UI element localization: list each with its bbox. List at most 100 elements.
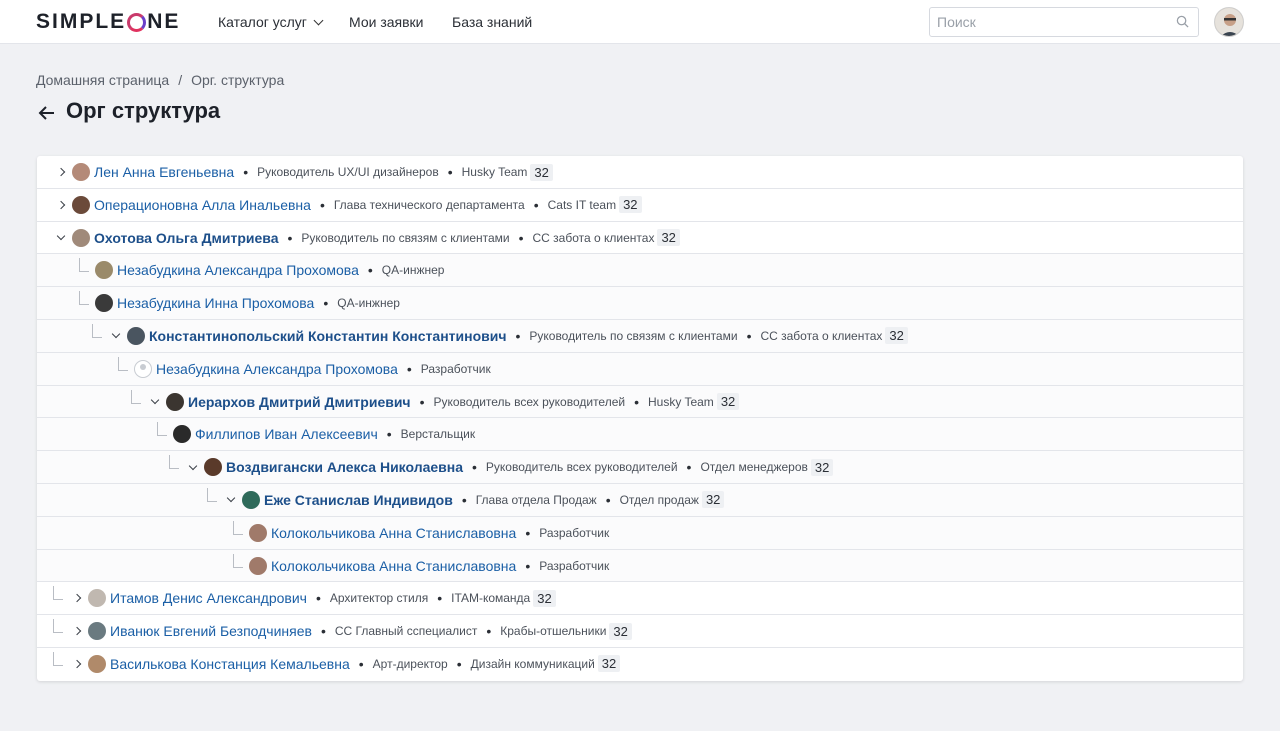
tree-connector: [118, 356, 128, 371]
separator-dot: •: [367, 262, 373, 279]
tree-connector: [131, 389, 141, 404]
tree-row[interactable]: Лен Анна Евгеньевна • Руководитель UX/UI д…: [37, 156, 1243, 189]
tree-row[interactable]: Итамов Денис Александрович • Архитектор ст…: [37, 582, 1243, 616]
tree-row[interactable]: Незабудкина Александра Прохомова • Разрабо…: [37, 352, 1243, 386]
chevron-right-icon[interactable]: [53, 164, 69, 180]
nav-service-catalog-label: Каталог услуг: [218, 14, 307, 30]
chevron-down-icon[interactable]: [223, 492, 239, 508]
tree-row[interactable]: Филлипов Иван Алексеевич • Верстальщик: [37, 418, 1243, 452]
employee-name-link[interactable]: Колокольчикова Анна Станиславовна: [271, 525, 516, 541]
tree-row[interactable]: Незабудкина Александра Прохомова • QA-инжн…: [37, 254, 1243, 288]
tree-connector: [233, 553, 243, 568]
employee-role: Руководитель UX/UI дизайнеров: [257, 165, 439, 179]
employee-name-link[interactable]: Василькова Констанция Кемальевна: [110, 656, 350, 672]
employee-name-link[interactable]: Незабудкина Александра Прохомова: [117, 262, 359, 278]
tree-row-content: Воздвигански Алекса Николаевна • Руководит…: [169, 451, 834, 483]
nav-service-catalog[interactable]: Каталог услуг: [218, 0, 324, 44]
tree-connector: [207, 487, 217, 502]
subordinates-count-badge: 32: [609, 622, 632, 640]
employee-name-link[interactable]: Иванюк Евгений Безподчиняев: [110, 623, 312, 639]
chevron-right-icon[interactable]: [69, 656, 85, 672]
separator-dot: •: [386, 426, 392, 443]
tree-row[interactable]: Иванюк Евгений Безподчиняев • СС Главный с…: [37, 615, 1243, 648]
team-name: Отдел менеджеров: [700, 460, 808, 475]
employee-name-link[interactable]: Охотова Ольга Дмитриева: [94, 230, 279, 246]
chevron-down-icon[interactable]: [53, 230, 69, 246]
chevron-down-icon[interactable]: [185, 459, 201, 475]
separator-dot: •: [525, 524, 531, 541]
subordinates-count-badge: 32: [701, 491, 725, 509]
separator-dot: •: [472, 459, 477, 476]
avatar: [95, 294, 113, 313]
tree-row[interactable]: Операционовна Алла Инальевна • Глава техни…: [37, 189, 1243, 222]
tree-row[interactable]: Константинопольский Константин Константи…: [37, 319, 1243, 353]
employee-name-link[interactable]: Колокольчикова Анна Станиславовна: [271, 558, 516, 574]
user-avatar-icon: [1215, 8, 1243, 36]
chevron-down-icon[interactable]: [147, 394, 163, 410]
tree-row-content: Еже Станислав Индивидов • Глава отдела Про…: [207, 484, 725, 516]
tree-row[interactable]: Колокольчикова Анна Станиславовна • Разраб…: [37, 549, 1243, 583]
tree-row-content: Незабудкина Инна Прохомова • QA-инжнер: [79, 287, 400, 319]
separator-dot: •: [358, 655, 364, 672]
breadcrumb: Домашняя страница / Орг. структура: [36, 72, 284, 88]
avatar: [242, 490, 260, 509]
employee-role: Глава отдела Продаж: [475, 492, 597, 507]
employee-name-link[interactable]: Незабудкина Инна Прохомова: [117, 295, 314, 311]
user-avatar[interactable]: [1214, 7, 1244, 37]
breadcrumb-home-link[interactable]: Домашняя страница: [36, 72, 169, 88]
employee-name-link[interactable]: Лен Анна Евгеньевна: [94, 164, 234, 180]
separator-dot: •: [686, 459, 692, 476]
tree-connector: [53, 619, 63, 634]
subordinates-count-badge: 32: [810, 458, 834, 476]
tree-row-content: Филлипов Иван Алексеевич • Верстальщик: [157, 418, 475, 450]
employee-role: СС Главный сспециалист: [334, 624, 478, 639]
nav-knowledge-base[interactable]: База знаний: [452, 0, 532, 44]
tree-connector: [233, 520, 243, 535]
logo-text: SIMPLE: [36, 10, 127, 33]
separator-dot: •: [605, 491, 611, 508]
chevron-right-icon[interactable]: [69, 590, 85, 606]
chevron-right-icon[interactable]: [69, 623, 85, 639]
employee-name-link[interactable]: Операционовна Алла Инальевна: [94, 197, 311, 213]
tree-row[interactable]: Еже Станислав Индивидов • Глава отдела Про…: [37, 483, 1243, 517]
subordinates-count-badge: 32: [530, 163, 553, 181]
employee-name-link[interactable]: Иерархов Дмитрий Дмитриевич: [188, 394, 411, 410]
team-name: Крабы-отшельники: [500, 624, 607, 639]
employee-name-link[interactable]: Воздвигански Алекса Николаевна: [226, 459, 463, 475]
tree-connector: [92, 323, 102, 338]
employee-name-link[interactable]: Итамов Денис Александрович: [110, 590, 307, 606]
avatar: [88, 589, 106, 608]
separator-dot: •: [456, 655, 462, 672]
employee-name-link[interactable]: Константинопольский Константин Константи…: [149, 328, 506, 344]
employee-name-link[interactable]: Незабудкина Александра Прохомова: [156, 361, 398, 377]
tree-row[interactable]: Охотова Ольга Дмитриева • Руководитель по …: [37, 222, 1243, 255]
back-arrow-icon[interactable]: [37, 103, 57, 123]
team-name: Отдел продаж: [619, 492, 699, 507]
tree-connector: [169, 455, 179, 470]
tree-row[interactable]: Иерархов Дмитрий Дмитриевич • Руководитель…: [37, 385, 1243, 419]
tree-row[interactable]: Воздвигански Алекса Николаевна • Руководит…: [37, 451, 1243, 484]
chevron-down-icon[interactable]: [108, 328, 124, 344]
tree-row[interactable]: Колокольчикова Анна Станиславовна • Разраб…: [37, 516, 1243, 550]
employee-name-link[interactable]: Филлипов Иван Алексеевич: [195, 426, 378, 442]
tree-row-content: Итамов Денис Александрович • Архитектор ст…: [53, 582, 556, 614]
chevron-right-icon[interactable]: [53, 197, 69, 213]
search-icon[interactable]: [1176, 15, 1189, 28]
search-input[interactable]: [930, 8, 1160, 36]
tree-row[interactable]: Незабудкина Инна Прохомова • QA-инжнер: [37, 287, 1243, 320]
avatar: [72, 228, 90, 247]
nav-my-requests[interactable]: Мои заявки: [349, 0, 423, 44]
separator-dot: •: [323, 295, 329, 312]
separator-dot: •: [243, 164, 249, 180]
team-name: Husky Team: [648, 394, 714, 409]
employee-role: Глава технического департамента: [333, 197, 525, 212]
employee-name-link[interactable]: Еже Станислав Индивидов: [264, 492, 453, 508]
tree-connector: [79, 258, 89, 273]
tree-row-content: Колокольчикова Анна Станиславовна • Разраб…: [233, 517, 609, 549]
tree-row[interactable]: Василькова Констанция Кемальевна • Арт-дир…: [37, 648, 1243, 681]
simpleone-logo[interactable]: SIMPLE NE: [36, 10, 180, 33]
tree-row-content: Константинопольский Константин Константи…: [92, 320, 908, 352]
tree-row-content: Охотова Ольга Дмитриева • Руководитель по …: [53, 222, 680, 254]
team-name: СС забота о клиентах: [760, 328, 883, 343]
top-header: SIMPLE NE Каталог услуг Мои заявки База з…: [0, 0, 1280, 44]
